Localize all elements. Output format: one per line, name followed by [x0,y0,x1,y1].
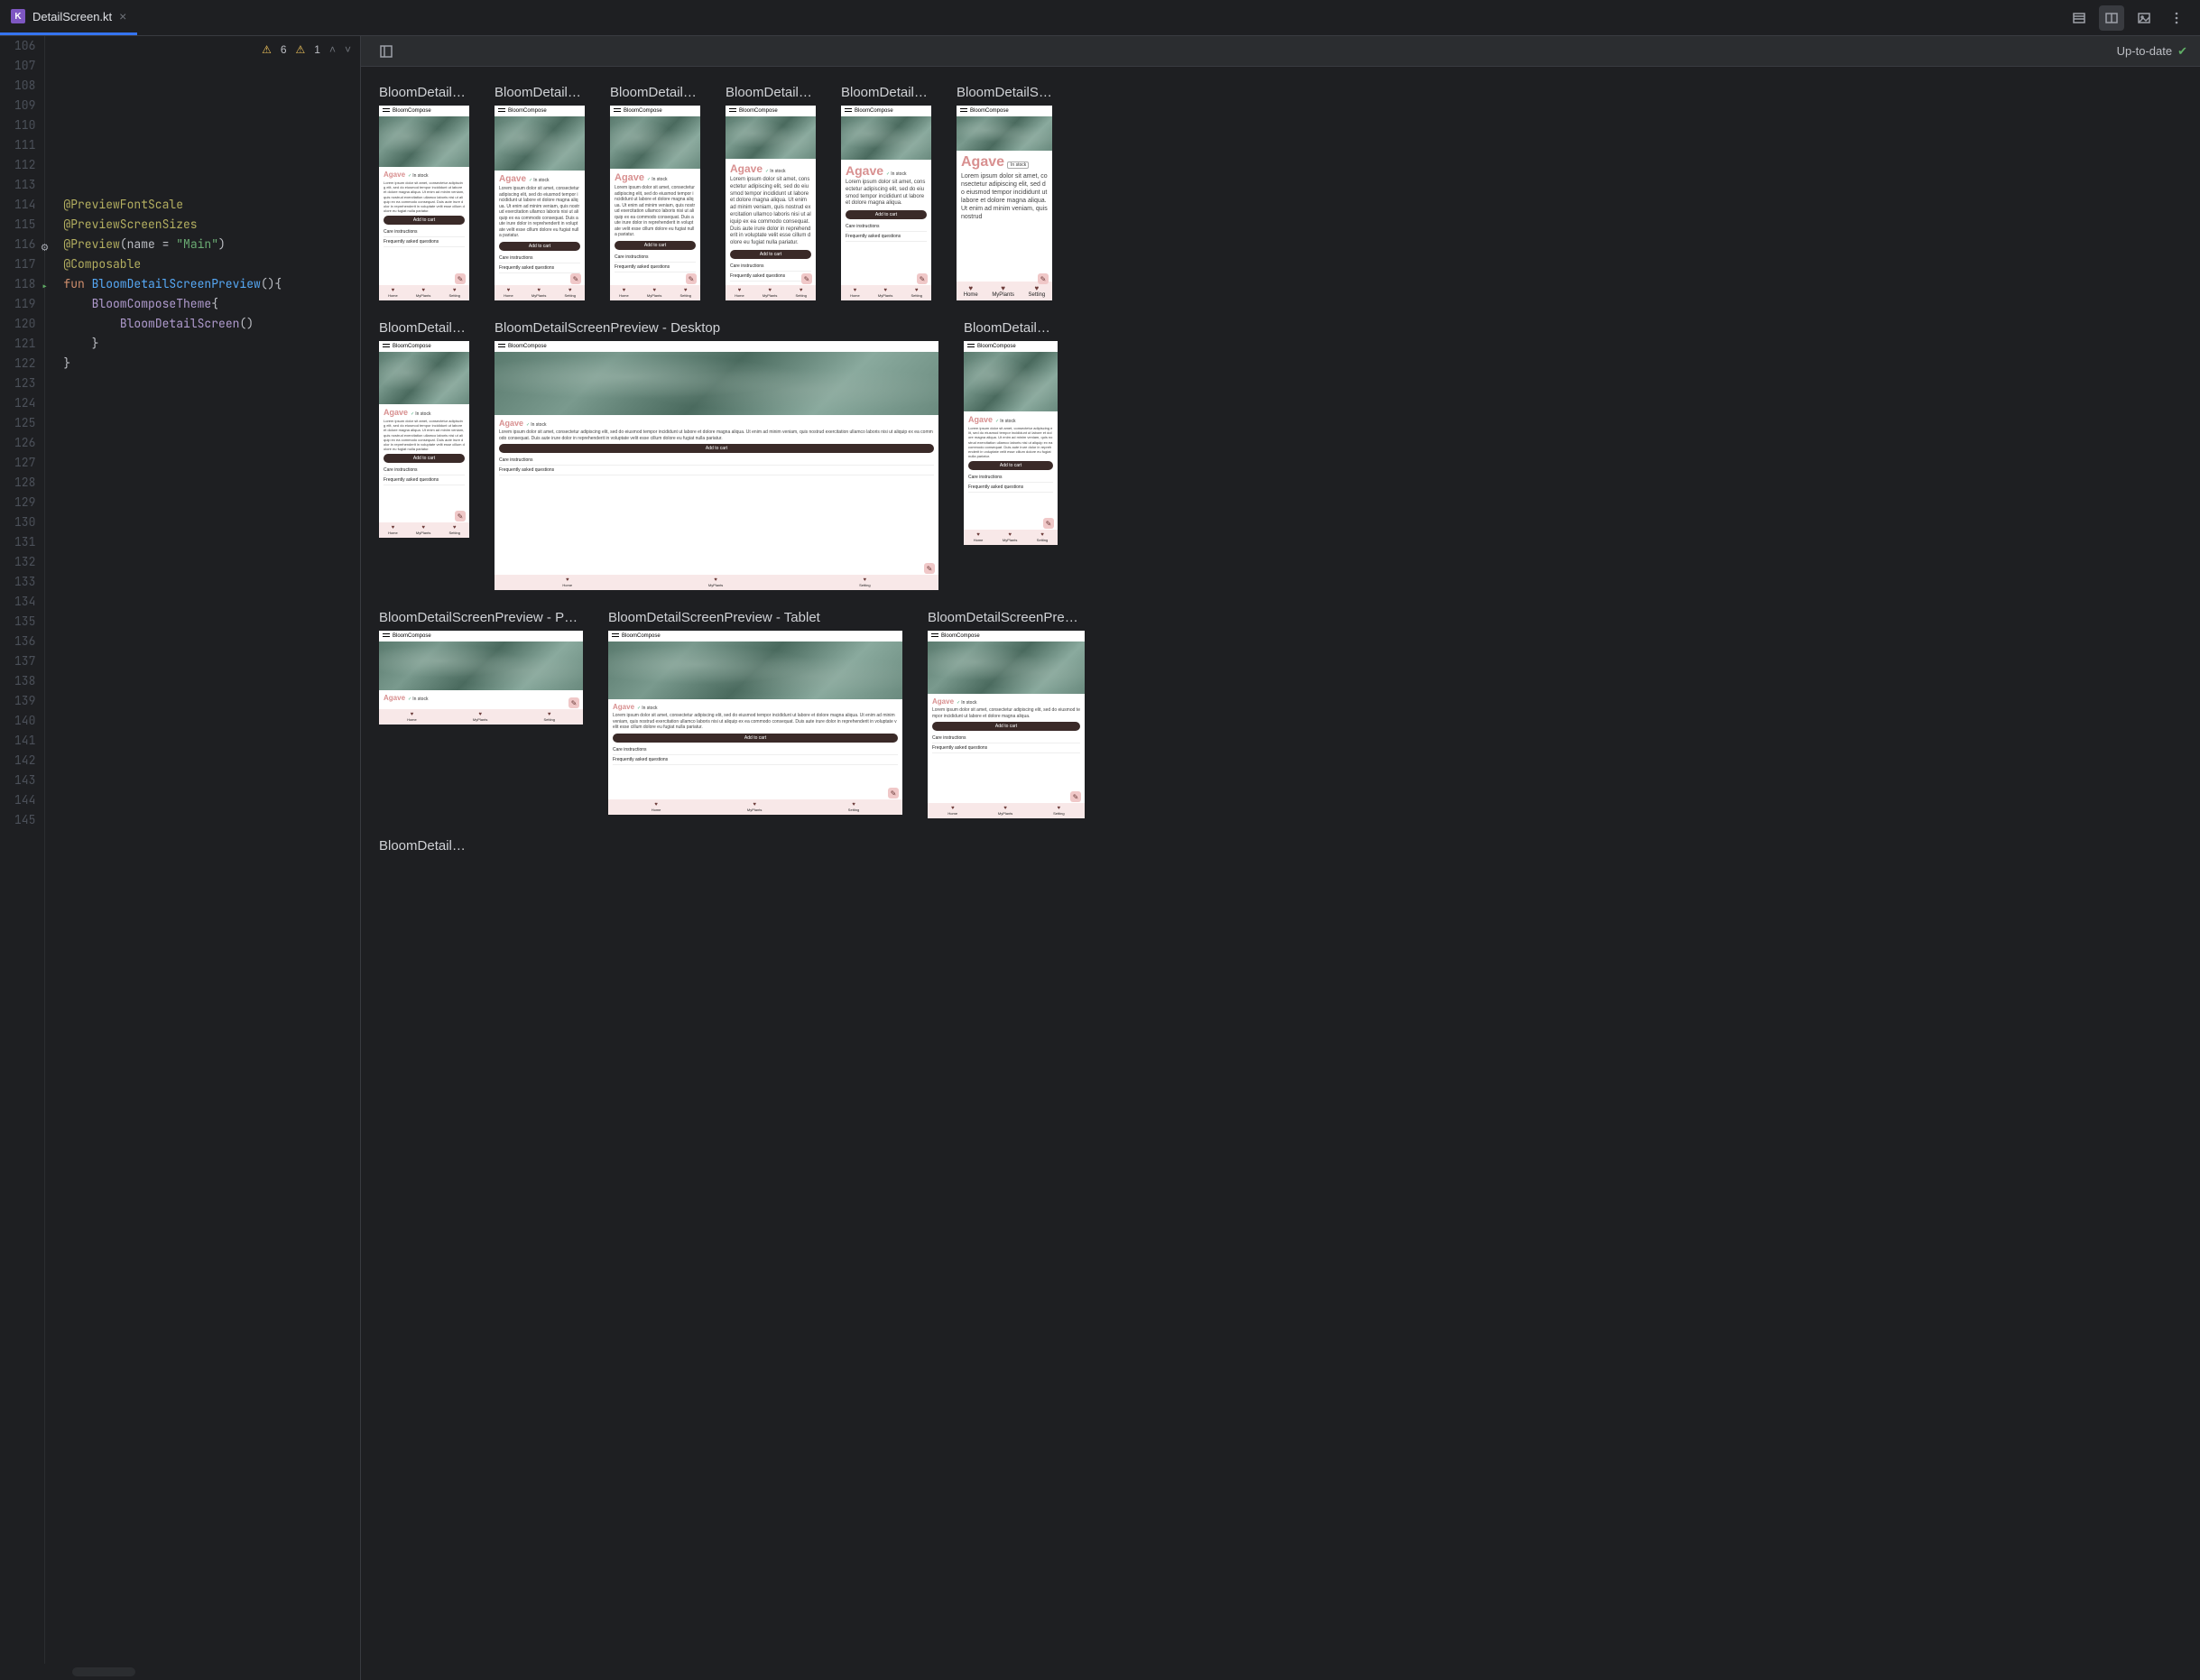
view-split-button[interactable] [2099,5,2124,31]
preview-device[interactable]: BloomComposeAgaveIn stockLorem ipsum dol… [957,106,1052,300]
preview-toolbar: Up-to-date ✔ [361,36,2200,67]
code-editor[interactable]: 106107108109110111112113114115116⚙117118… [0,36,360,1664]
preview-item-title[interactable]: BloomDetailSc… [379,320,469,336]
editor-pane: ⚠ 6 ⚠ 1 ˄ ˅ 1061071081091101111121131141… [0,36,361,1680]
preview-device[interactable]: BloomComposeAgaveIn stockLorem ipsum dol… [610,106,700,300]
preview-device[interactable]: BloomComposeAgaveIn stockLorem ipsum dol… [495,106,585,300]
editor-toolbar-right [2066,5,2200,31]
preview-item-title[interactable]: BloomDetailScreenPrevie… [928,610,1085,625]
close-tab-icon[interactable]: × [119,9,126,23]
preview-item-title[interactable]: BloomDetailSc… [726,85,816,100]
warning-icon: ⚠ [296,43,306,56]
preview-device[interactable]: BloomComposeAgaveIn stockLorem ipsum dol… [379,341,469,538]
preview-item-title[interactable]: BloomDetailScreenPreview - Tablet [608,610,902,625]
warning-icon: ⚠ [262,43,272,56]
preview-device[interactable]: BloomComposeAgaveIn stockLorem ipsum dol… [379,106,469,300]
preview-device[interactable]: BloomComposeAgaveIn stockLorem ipsum dol… [495,341,938,590]
preview-device[interactable]: BloomComposeAgaveIn stockLorem ipsum dol… [928,631,1085,818]
more-options-button[interactable] [2164,5,2189,31]
horizontal-scrollbar[interactable] [72,1667,135,1676]
preview-item-title[interactable]: BloomDetailSc… [379,85,469,100]
gutter[interactable]: 106107108109110111112113114115116⚙117118… [0,36,45,1664]
preview-layout-toggle-button[interactable] [374,39,399,64]
status-text: Up-to-date [2117,44,2172,58]
editor-inspection-widget[interactable]: ⚠ 6 ⚠ 1 ˄ ˅ [262,43,351,56]
warning-count-2: 1 [314,43,320,56]
kotlin-file-icon: K [11,9,25,23]
code-content[interactable]: @PreviewFontScale@PreviewScreenSizes@Pre… [45,36,360,1664]
tab-bar: K DetailScreen.kt × [0,0,2200,36]
prev-warning-icon[interactable]: ˄ [329,43,336,56]
next-warning-icon[interactable]: ˅ [345,43,351,56]
preview-device[interactable]: BloomComposeAgaveIn stockLorem ipsum dol… [726,106,816,300]
preview-item-title[interactable]: BloomDetailSc… [610,85,700,100]
main-split: ⚠ 6 ⚠ 1 ˄ ˅ 1061071081091101111121131141… [0,36,2200,1680]
preview-item-title[interactable]: BloomDetailSc… [841,85,931,100]
preview-item-title[interactable]: BloomDetailSc… [379,838,469,854]
tab-detailscreen[interactable]: K DetailScreen.kt × [0,0,137,35]
preview-device[interactable]: BloomComposeAgaveIn stockLorem ipsum dol… [608,631,902,815]
preview-pane: Up-to-date ✔ BloomDetailSc… BloomComposeA… [361,36,2200,1680]
preview-item-title[interactable]: BloomDetailSc… [964,320,1058,336]
view-design-only-button[interactable] [2131,5,2157,31]
tab-filename: DetailScreen.kt [32,10,112,23]
preview-item-title[interactable]: BloomDetailScreenPreview - Pho… [379,610,583,625]
tabs: K DetailScreen.kt × [0,0,137,35]
preview-device[interactable]: BloomComposeAgaveIn stockLorem ipsum dol… [964,341,1058,545]
preview-device[interactable]: BloomComposeAgaveIn stockLorem ipsum dol… [841,106,931,300]
preview-item-title[interactable]: BloomDetailSc… [957,85,1052,100]
preview-item-title[interactable]: BloomDetailScreenPreview - Desktop [495,320,938,336]
preview-device[interactable]: BloomComposeAgaveIn stock✎HomeMyPlantsSe… [379,631,583,725]
preview-item-title[interactable]: BloomDetailSc… [495,85,585,100]
warning-count-1: 6 [281,43,287,56]
check-icon: ✔ [2177,44,2187,59]
preview-status: Up-to-date ✔ [2117,44,2187,59]
view-code-only-button[interactable] [2066,5,2092,31]
preview-grid[interactable]: BloomDetailSc… BloomComposeAgaveIn stockL… [361,67,2200,1680]
